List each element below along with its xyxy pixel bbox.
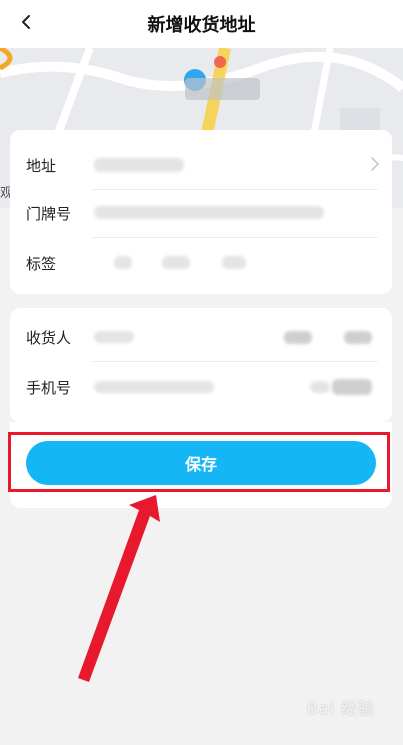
door-number-label: 门牌号 xyxy=(26,205,72,223)
address-label: 地址 xyxy=(26,157,57,175)
receiver-label: 收货人 xyxy=(26,329,72,347)
phone-prefix xyxy=(310,381,330,393)
phone-row[interactable]: 手机号 xyxy=(10,364,392,412)
divider xyxy=(92,361,378,362)
divider xyxy=(92,237,378,238)
address-card: 地址 门牌号 标签 xyxy=(10,130,392,294)
tag-row: 标签 xyxy=(10,240,392,288)
receiver-input[interactable] xyxy=(94,331,134,343)
tag-option-school[interactable] xyxy=(222,256,246,269)
tag-label: 标签 xyxy=(26,255,57,273)
gender-option-male[interactable] xyxy=(284,331,312,344)
top-bar: 新增收货地址 xyxy=(0,0,403,48)
chevron-right-icon xyxy=(371,157,380,171)
phone-input[interactable] xyxy=(94,381,214,393)
tag-option-company[interactable] xyxy=(162,256,190,269)
save-button[interactable]: 保存 xyxy=(26,441,376,485)
address-row[interactable]: 地址 xyxy=(10,142,392,190)
door-number-row[interactable]: 门牌号 xyxy=(10,190,392,238)
door-number-input[interactable] xyxy=(94,206,324,219)
gender-option-female[interactable] xyxy=(344,331,372,344)
phone-label: 手机号 xyxy=(26,379,72,397)
receiver-row[interactable]: 收货人 xyxy=(10,314,392,362)
contact-card: 收货人 手机号 xyxy=(10,308,392,422)
watermark-logo: Bai 经验 xyxy=(306,699,375,718)
address-value xyxy=(94,158,184,172)
tag-option-home[interactable] xyxy=(114,256,132,269)
phone-book-button[interactable] xyxy=(332,379,372,395)
page-title: 新增收货地址 xyxy=(147,15,256,36)
